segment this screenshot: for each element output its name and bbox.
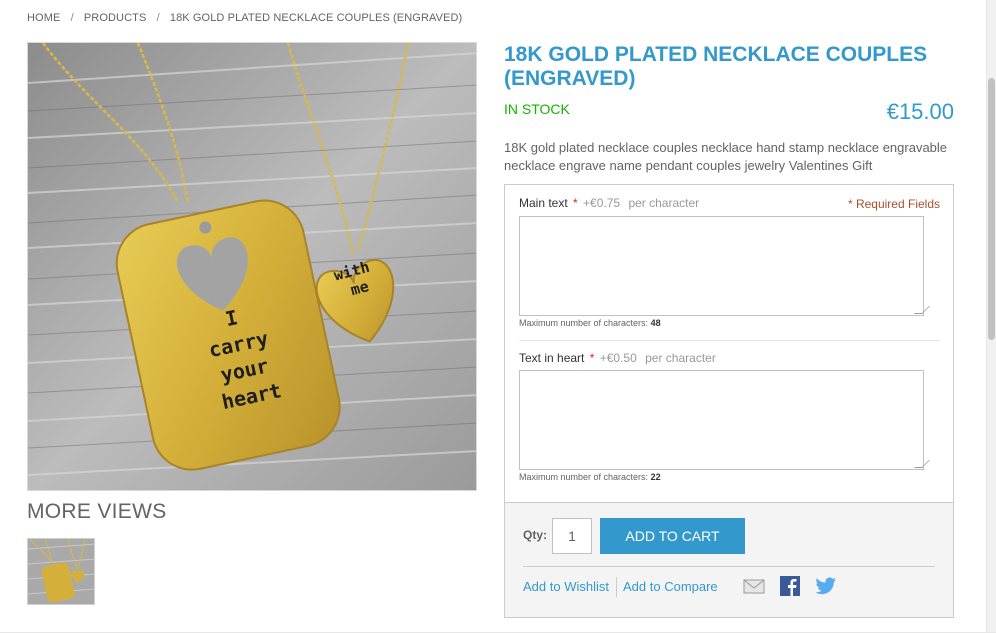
heart-text-max-value: 22 xyxy=(650,472,661,482)
twitter-icon[interactable] xyxy=(815,576,837,596)
thumbnail-photo xyxy=(28,539,94,604)
link-separator xyxy=(616,577,617,597)
necklace-photo: I carry your heart with me xyxy=(28,43,476,490)
main-text-input[interactable] xyxy=(519,216,924,316)
main-text-label-name: Main text xyxy=(519,196,568,210)
product-price: €15.00 xyxy=(886,99,954,124)
product-name: 18K GOLD PLATED NECKLACE COUPLES (ENGRAV… xyxy=(504,43,928,90)
cart-divider xyxy=(523,566,935,567)
custom-options: Main text * +€0.75 per character * Requi… xyxy=(504,184,954,503)
breadcrumb: HOME / PRODUCTS / 18K GOLD PLATED NECKLA… xyxy=(27,12,462,24)
heart-text-label-name: Text in heart xyxy=(519,351,585,365)
add-to-compare-link[interactable]: Add to Compare xyxy=(623,579,718,594)
main-text-label: Main text * +€0.75 per character xyxy=(519,196,699,210)
product-main-image[interactable]: I carry your heart with me xyxy=(27,42,477,491)
main-text-max-note: Maximum number of characters: 48 xyxy=(519,318,661,328)
heart-text-input[interactable] xyxy=(519,370,924,470)
breadcrumb-products[interactable]: PRODUCTS xyxy=(84,12,147,24)
stock-status: IN STOCK xyxy=(504,101,570,117)
qty-label: Qty: xyxy=(523,528,547,542)
main-text-unit: per character xyxy=(628,196,700,210)
heart-text-label: Text in heart * +€0.50 per character xyxy=(519,351,716,365)
add-to-cart-button[interactable]: ADD TO CART xyxy=(600,518,745,554)
vertical-scrollbar[interactable] xyxy=(986,0,996,633)
required-fields-note: * Required Fields xyxy=(847,197,940,211)
required-star: * xyxy=(573,196,578,210)
scrollbar-thumb[interactable] xyxy=(988,78,995,340)
heart-text-unit: per character xyxy=(645,351,716,365)
main-text-max-value: 48 xyxy=(650,318,661,328)
facebook-icon[interactable] xyxy=(779,576,801,596)
product-description: 18K gold plated necklace couples necklac… xyxy=(504,140,948,173)
add-to-cart-box: Qty: 1 ADD TO CART Add to Wishlist Add t… xyxy=(504,502,954,618)
heart-text-max-note: Maximum number of characters: 22 xyxy=(519,472,661,482)
heart-text-max-label: Maximum number of characters: xyxy=(519,472,649,482)
options-divider xyxy=(519,340,940,341)
heart-text-price: +€0.50 xyxy=(599,351,637,365)
main-text-max-label: Maximum number of characters: xyxy=(519,318,649,328)
thumbnail-image[interactable] xyxy=(27,538,95,605)
email-icon[interactable] xyxy=(743,576,765,596)
main-text-price: +€0.75 xyxy=(583,196,621,210)
breadcrumb-separator: / xyxy=(156,12,160,24)
required-star: * xyxy=(589,351,595,365)
breadcrumb-separator: / xyxy=(70,12,74,24)
more-views-title: MORE VIEWS xyxy=(27,500,167,523)
qty-input[interactable]: 1 xyxy=(552,518,592,554)
breadcrumb-home[interactable]: HOME xyxy=(27,12,60,24)
breadcrumb-current: 18K GOLD PLATED NECKLACE COUPLES (ENGRAV… xyxy=(169,12,463,24)
add-to-wishlist-link[interactable]: Add to Wishlist xyxy=(523,579,609,594)
